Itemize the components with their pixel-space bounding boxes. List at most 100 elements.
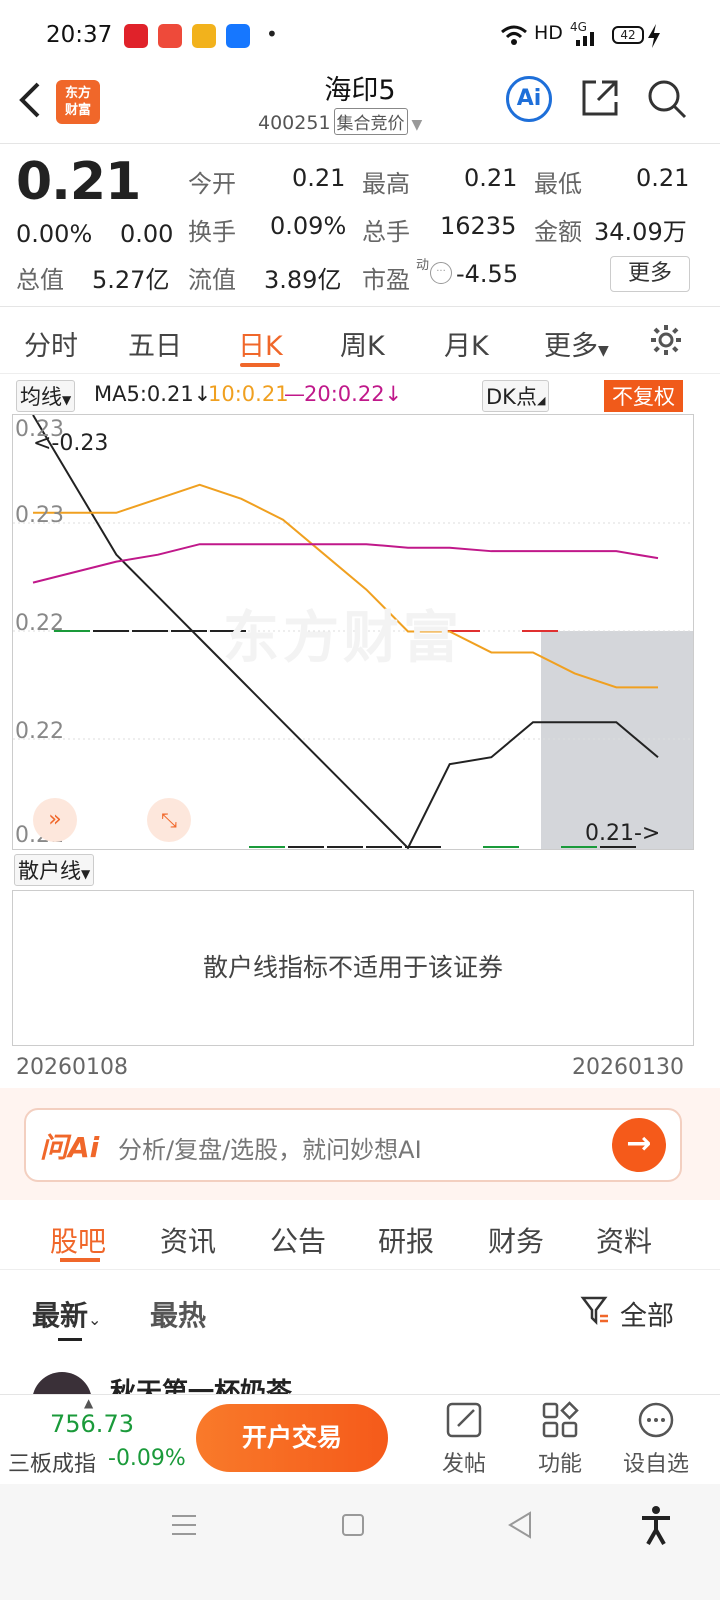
pe-value: -4.55 xyxy=(456,260,519,288)
accessibility-icon[interactable] xyxy=(638,1504,674,1546)
charging-icon xyxy=(648,24,660,48)
music-app-icon xyxy=(158,24,182,48)
index-name[interactable]: 三板成指 xyxy=(8,1446,96,1478)
amount-value: 34.09万 xyxy=(594,218,687,246)
pe-label: 市盈 xyxy=(362,266,410,294)
settings-gear-icon[interactable] xyxy=(648,322,684,358)
max-price-label: <-0.23 xyxy=(33,431,109,456)
hd-label: HD xyxy=(534,22,563,44)
tab-finance[interactable]: 财务 xyxy=(488,1220,544,1260)
y-tick-label: 0.22 xyxy=(15,611,64,636)
video-app-icon xyxy=(192,24,216,48)
ma-bar: 均线▼ MA5:0.21↓ 10:0.21 — 20:0.22↓ DK点◢ 不复… xyxy=(14,380,694,412)
y-tick-label: 0.23 xyxy=(15,503,64,528)
current-price: 0.21 xyxy=(16,152,141,212)
add-watchlist-button[interactable]: 设自选 xyxy=(616,1400,696,1478)
grid-icon xyxy=(542,1401,579,1438)
dk-point-selector[interactable]: DK点◢ xyxy=(482,380,550,412)
ma5-value: MA5:0.21↓ xyxy=(94,382,212,406)
status-bar: 20:37 • HD 4G 42 xyxy=(0,0,720,68)
auction-badge: 集合竞价 xyxy=(333,108,408,135)
float-label: 流值 xyxy=(188,266,236,294)
tab-profile[interactable]: 资料 xyxy=(596,1220,652,1260)
sort-hot[interactable]: 最热 xyxy=(150,1294,206,1334)
tab-weekly-k[interactable]: 周K xyxy=(340,324,385,363)
start-date: 20260108 xyxy=(16,1055,128,1080)
open-label: 今开 xyxy=(188,170,236,198)
dot-icon: • xyxy=(266,22,278,46)
post-label: 发帖 xyxy=(441,1452,486,1477)
high-label: 最高 xyxy=(362,170,410,198)
tab-research[interactable]: 研报 xyxy=(378,1220,434,1260)
kline-chart[interactable]: 0.23 <-0.23 0.23 0.22 0.22 0.21 0.21-> 东… xyxy=(12,414,694,850)
edit-icon xyxy=(446,1402,482,1438)
filter-icon[interactable] xyxy=(580,1294,610,1326)
functions-button[interactable]: 功能 xyxy=(520,1400,600,1478)
ma10-value: 10:0.21 xyxy=(208,382,289,406)
back-nav-icon[interactable] xyxy=(506,1510,534,1540)
mktcap-label: 总值 xyxy=(16,266,64,294)
low-label: 最低 xyxy=(534,170,582,198)
ma-separator: — xyxy=(284,382,305,406)
tab-five-day[interactable]: 五日 xyxy=(128,324,182,363)
tab-monthly-k[interactable]: 月K xyxy=(444,324,489,363)
stock-code: 400251 xyxy=(258,112,331,134)
system-nav-bar xyxy=(0,1484,720,1600)
tab-more[interactable]: 更多▼ xyxy=(544,324,609,363)
ai-icon[interactable]: Ai xyxy=(506,76,552,122)
post-button[interactable]: 发帖 xyxy=(424,1400,504,1478)
more-button[interactable]: 更多 xyxy=(610,256,690,292)
ma20-value: 20:0.22↓ xyxy=(304,382,403,406)
series-line-ma20 xyxy=(32,543,659,584)
change-pct: 0.00% xyxy=(16,220,93,248)
expand-left-icon[interactable]: » xyxy=(33,798,77,842)
tab-daily-k[interactable]: 日K xyxy=(238,324,283,363)
search-icon[interactable] xyxy=(646,78,688,120)
post-username[interactable]: 秋天第一杯奶茶 xyxy=(110,1372,292,1394)
volume-label: 总手 xyxy=(362,218,410,246)
y-tick-label: 0.22 xyxy=(15,719,64,744)
tab-forum[interactable]: 股吧 xyxy=(50,1220,106,1260)
battery-icon: 42 xyxy=(612,26,644,44)
change-value: 0.00 xyxy=(120,220,174,248)
float-value: 3.89亿 xyxy=(264,266,342,294)
sort-latest[interactable]: 最新⌄ xyxy=(32,1294,101,1334)
turnover-value: 0.09% xyxy=(270,212,347,240)
fullscreen-icon[interactable]: ⤡ xyxy=(147,798,191,842)
share-icon[interactable] xyxy=(580,78,620,118)
functions-label: 功能 xyxy=(537,1452,582,1477)
tab-intraday[interactable]: 分时 xyxy=(24,324,78,363)
high-value: 0.21 xyxy=(464,164,518,192)
adjust-type-button[interactable]: 不复权 xyxy=(604,380,683,412)
ma-selector[interactable]: 均线▼ xyxy=(16,380,76,412)
active-tab-indicator xyxy=(60,1258,100,1262)
wifi-icon xyxy=(501,25,527,45)
index-value[interactable]: 756.73 xyxy=(50,1410,134,1438)
alipay-icon xyxy=(226,24,250,48)
watermark: 东方财富 xyxy=(223,606,463,671)
retail-line-selector[interactable]: 散户线▼ xyxy=(14,854,95,886)
open-account-button[interactable]: 开户交易 xyxy=(196,1404,388,1472)
tab-announcements[interactable]: 公告 xyxy=(270,1220,326,1260)
index-change[interactable]: -0.09% xyxy=(108,1446,186,1471)
menu-icon[interactable] xyxy=(170,1512,198,1538)
filter-all[interactable]: 全部 xyxy=(620,1294,674,1333)
tab-news[interactable]: 资讯 xyxy=(160,1220,216,1260)
mktcap-value: 5.27亿 xyxy=(92,266,170,294)
app-notification-icon xyxy=(124,24,148,48)
volume-value: 16235 xyxy=(440,212,517,240)
add-watchlist-label: 设自选 xyxy=(622,1452,689,1477)
more-options-icon[interactable]: ··· xyxy=(430,262,452,284)
open-value: 0.21 xyxy=(292,164,346,192)
arrow-right-icon[interactable]: → xyxy=(612,1118,666,1172)
turnover-label: 换手 xyxy=(188,218,236,246)
pe-superscript: 动 xyxy=(416,258,430,273)
ai-placeholder[interactable]: 分析/复盘/选股，就问妙想AI xyxy=(118,1130,422,1165)
stock-code-line[interactable]: 400251 集合竞价 ▼ xyxy=(258,108,422,135)
low-value: 0.21 xyxy=(636,164,690,192)
chevron-down-icon: ▼ xyxy=(411,117,423,133)
caret-up-icon: ▲ xyxy=(84,1396,94,1410)
status-time: 20:37 xyxy=(46,22,113,48)
end-date: 20260130 xyxy=(572,1055,684,1080)
home-icon[interactable] xyxy=(340,1512,366,1538)
